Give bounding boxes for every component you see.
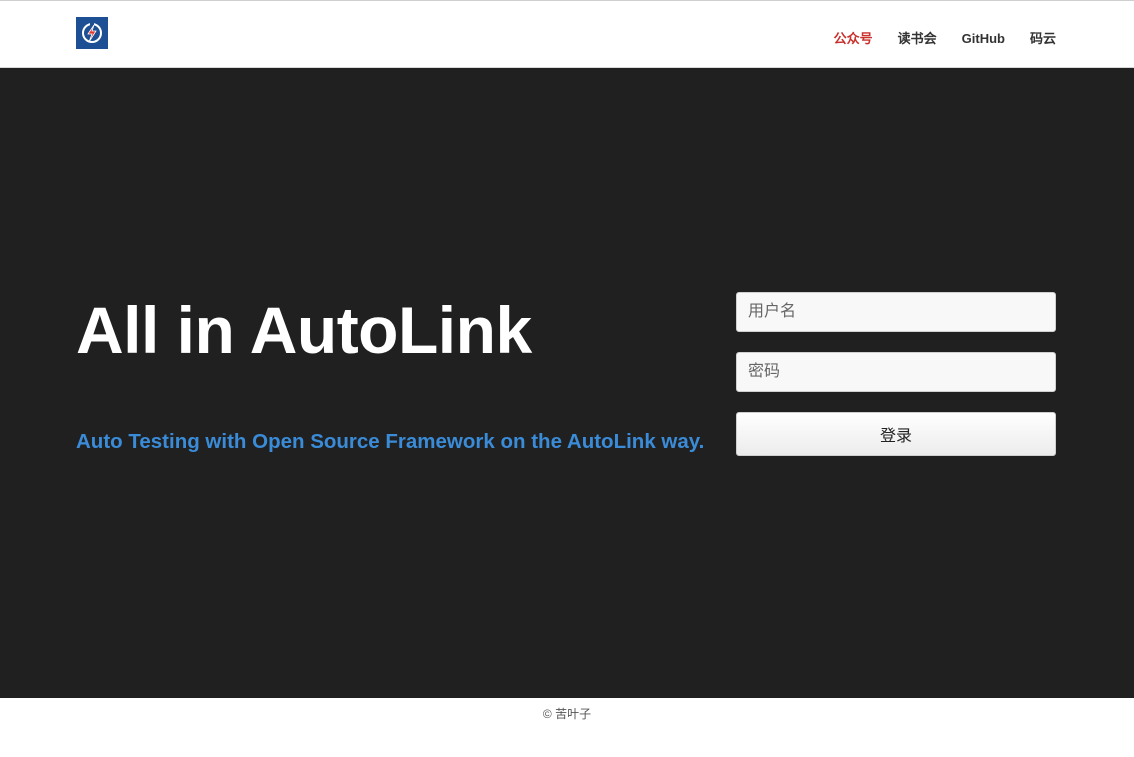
brand-logo[interactable] bbox=[76, 17, 108, 49]
hero-subtitle: Auto Testing with Open Source Framework … bbox=[76, 430, 705, 453]
hero-section: All in AutoLink Auto Testing with Open S… bbox=[0, 68, 1134, 698]
login-form: 登录 bbox=[736, 292, 1056, 456]
password-input[interactable] bbox=[736, 352, 1056, 392]
nav-item-wechat[interactable]: 公众号 bbox=[834, 30, 873, 48]
nav-item-reading-club[interactable]: 读书会 bbox=[898, 30, 937, 48]
lightning-power-icon bbox=[76, 17, 108, 49]
nav-item-github[interactable]: GitHub bbox=[962, 30, 1005, 48]
nav-item-gitee[interactable]: 码云 bbox=[1030, 30, 1056, 48]
page-footer: © 苦叶子 bbox=[0, 698, 1134, 757]
main-nav: 公众号 读书会 GitHub 码云 bbox=[809, 30, 1056, 48]
copyright-text: © 苦叶子 bbox=[542, 707, 592, 721]
login-button[interactable]: 登录 bbox=[736, 412, 1056, 456]
hero-title: All in AutoLink bbox=[76, 293, 532, 367]
username-input[interactable] bbox=[736, 292, 1056, 332]
top-navbar: 公众号 读书会 GitHub 码云 bbox=[0, 0, 1134, 68]
